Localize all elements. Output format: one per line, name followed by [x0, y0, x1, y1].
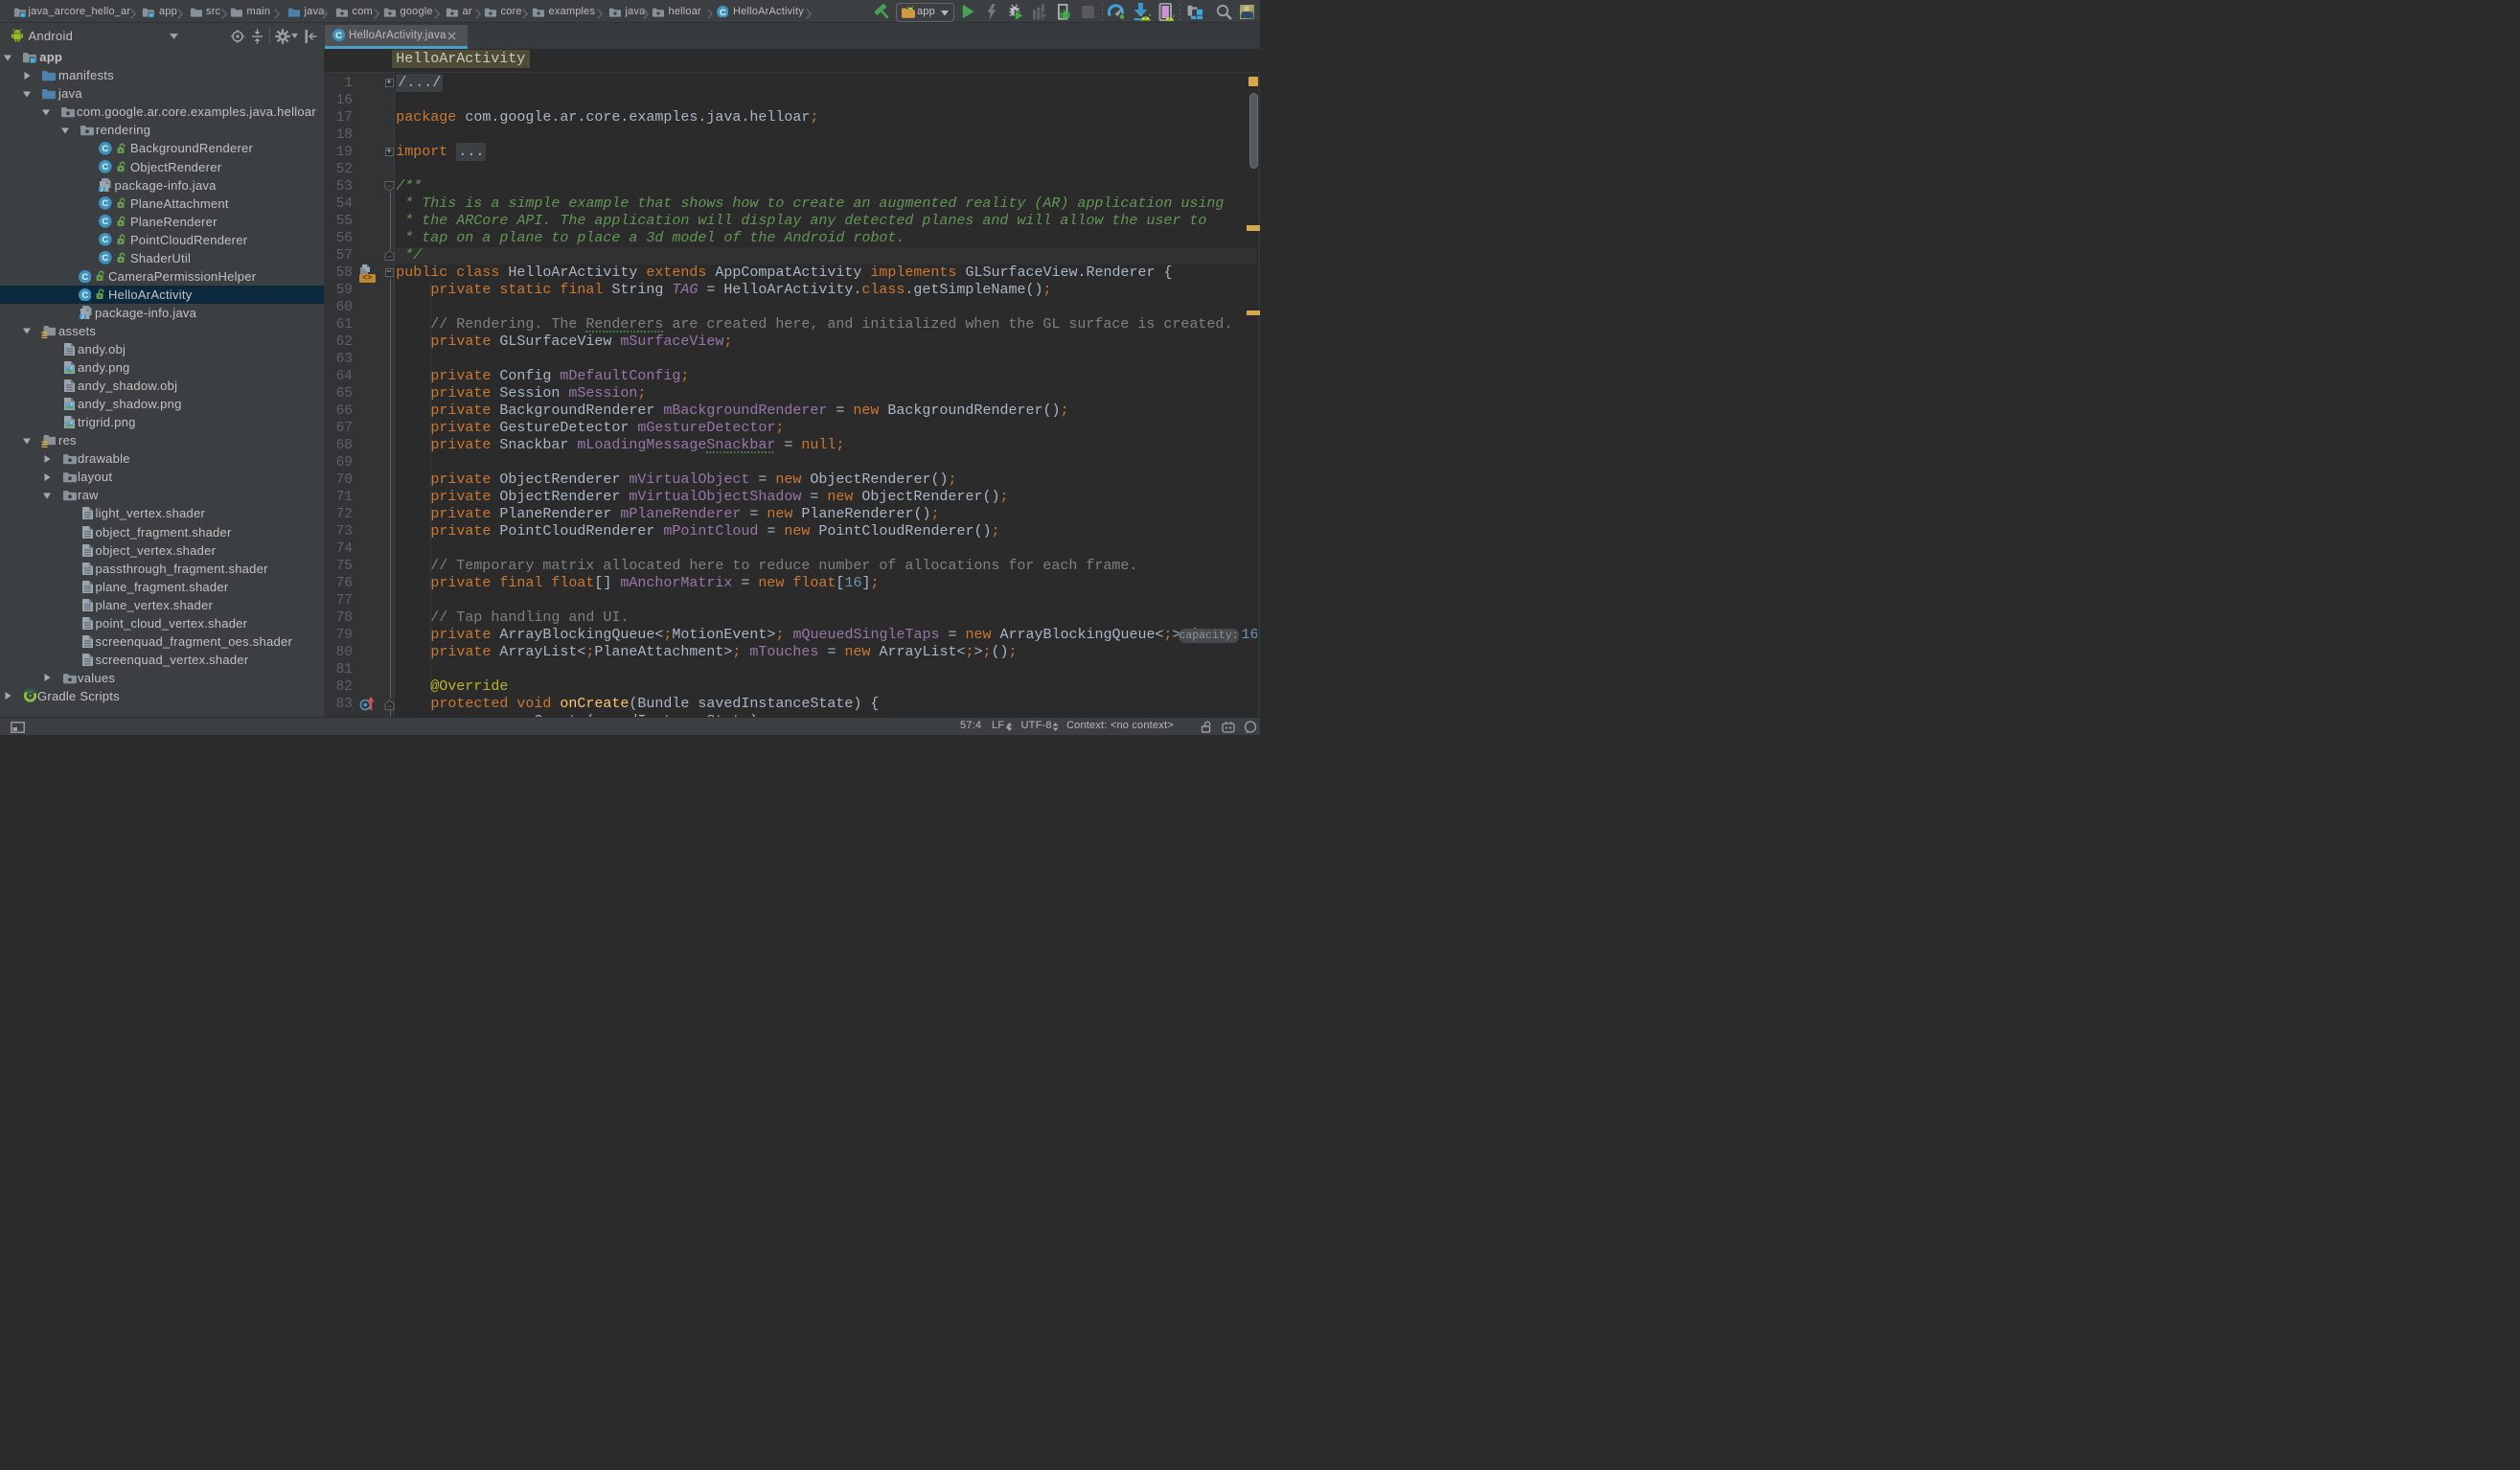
- svg-text:C: C: [335, 30, 342, 40]
- svg-text:C: C: [102, 199, 108, 210]
- svg-text:J: J: [101, 187, 103, 193]
- svg-text:C: C: [102, 254, 108, 264]
- svg-text:C: C: [719, 7, 725, 17]
- svg-text:C: C: [102, 144, 108, 154]
- svg-text:C: C: [102, 218, 108, 228]
- svg-text:J: J: [80, 315, 83, 321]
- svg-text:C: C: [102, 162, 108, 172]
- svg-text:C: C: [81, 272, 88, 283]
- svg-text:C: C: [102, 236, 108, 246]
- svg-text:C: C: [81, 290, 88, 301]
